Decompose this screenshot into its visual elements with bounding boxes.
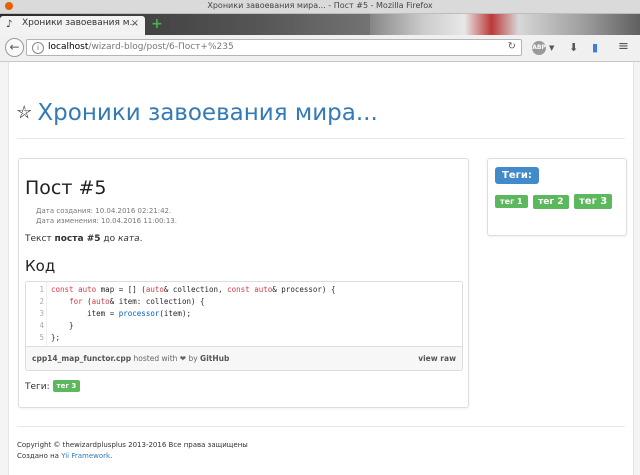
tag-link[interactable]: тег 3 [574,194,613,209]
wizard-hat-icon: ♪ [6,19,13,30]
tags-sidebar: Теги: тег 1 тег 2 тег 3 [487,158,627,236]
copyright-text: Copyright © thewizardplusplus 2013-2016 … [17,441,248,449]
back-button[interactable]: ← [5,38,24,57]
tag-link[interactable]: тег 2 [533,195,569,209]
code-line: for (auto& item: collection) { [69,297,205,306]
reload-icon[interactable]: ↻ [508,41,516,52]
page-footer: Copyright © thewizardplusplus 2013-2016 … [17,440,248,462]
site-info-icon[interactable]: i [32,42,44,54]
line-number: 5 [39,333,44,342]
theme-artwork [370,14,640,35]
code-line: }; [51,333,61,342]
gist-embed: 1 2 3 4 5 const auto map = [] (auto& col… [25,281,463,371]
download-icon[interactable]: ⬇ [569,41,578,54]
tags-heading: Теги: [495,167,539,184]
code-line: item = processor(item); [51,309,191,318]
tag-link[interactable]: тег 1 [495,195,528,208]
window-titlebar: Хроники завоевания мира... - Пост #5 - M… [0,0,640,14]
url-text: localhost/wizard-blog/post/6-Пост+%235 [48,42,234,52]
post-body: Текст поста #5 до ката. [25,234,143,244]
chevron-down-icon[interactable]: ▼ [549,44,554,52]
header-divider [17,138,625,139]
page-viewport: ⛦ Хроники завоевания мира... Пост #5 Дата… [0,62,640,475]
tag-cloud: тег 1 тег 2 тег 3 [495,194,614,209]
line-number: 1 [39,285,44,294]
menu-icon[interactable]: ≡ [618,39,629,54]
bookmarks-icon[interactable]: ▮ [592,41,598,54]
gist-filename[interactable]: cpp14_map_functor.cpp hosted with ❤ by G… [32,354,229,363]
page-container: ⛦ Хроники завоевания мира... Пост #5 Дата… [8,62,634,475]
post-tags: Теги: тег 3 [25,380,81,392]
navigation-toolbar: ← i localhost/wizard-blog/post/6-Пост+%2… [0,35,640,62]
url-bar[interactable]: i localhost/wizard-blog/post/6-Пост+%235… [26,39,522,56]
code-heading: Код [25,257,56,275]
window-title: Хроники завоевания мира... - Пост #5 - M… [207,1,433,10]
post-tags-label: Теги: [25,382,50,392]
post-title: Пост #5 [25,177,107,199]
footer-divider [17,426,625,427]
gist-code[interactable]: 1 2 3 4 5 const auto map = [] (auto& col… [26,282,462,346]
code-line: const auto map = [] (auto& collection, c… [51,285,336,294]
framework-link[interactable]: Yii Framework [61,452,110,460]
tag-link[interactable]: тег 3 [52,380,81,392]
site-brand[interactable]: ⛦ Хроники завоевания мира... [17,100,378,126]
created-with-text: Создано на Yii Framework. [17,452,113,460]
view-raw-link[interactable]: view raw [418,354,456,363]
line-number: 3 [39,309,44,318]
wizard-hat-icon: ⛦ [17,102,32,123]
post-created-date: Дата создания: 10.04.2016 02:21:42. [36,207,172,215]
tab-active[interactable]: ♪ Хроники завоевания м... × [0,16,145,35]
tab-label: Хроники завоевания м... [22,18,139,28]
adblock-icon[interactable]: ABP [532,41,546,55]
tab-close-icon[interactable]: × [131,18,139,29]
code-line: } [51,321,74,330]
brand-text: Хроники завоевания мира... [37,100,378,126]
line-number: 4 [39,321,44,330]
post-modified-date: Дата изменения: 10.04.2016 11:00:13. [36,217,177,225]
new-tab-button[interactable]: + [151,16,163,32]
line-number: 2 [39,297,44,306]
gist-footer: cpp14_map_functor.cpp hosted with ❤ by G… [26,346,462,370]
tab-bar: ♪ Хроники завоевания м... × + [0,14,640,35]
post-panel: Пост #5 Дата создания: 10.04.2016 02:21:… [18,158,469,408]
